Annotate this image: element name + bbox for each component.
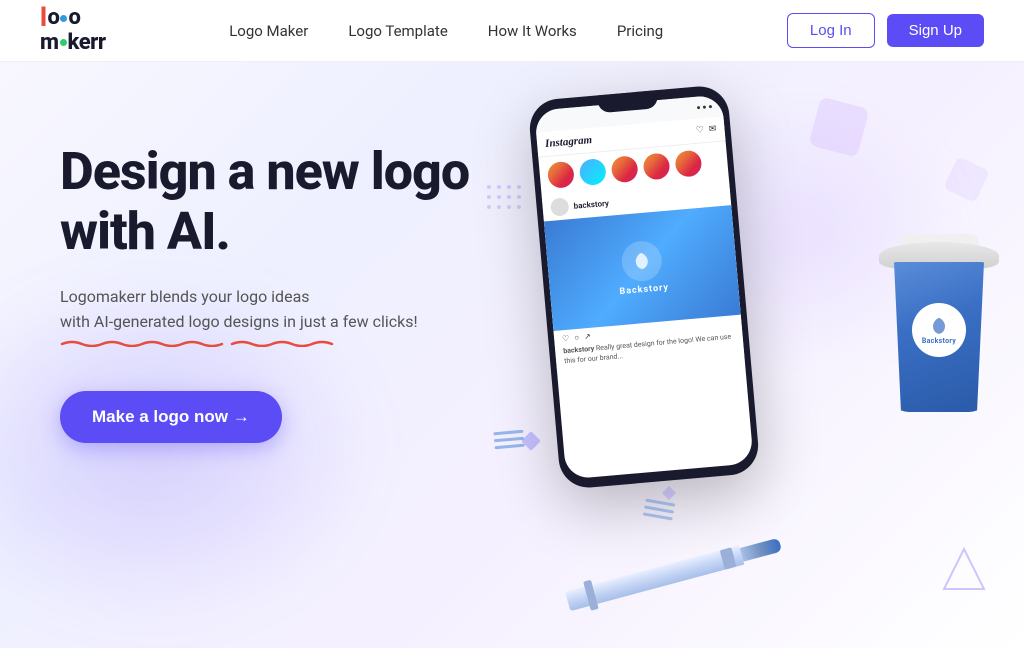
deco-line-2 <box>494 437 524 443</box>
hero-section: Design a new logo with AI. Logomakerr bl… <box>0 62 1024 648</box>
deco-line-1 <box>493 430 523 436</box>
main-nav: Logo Maker Logo Template How It Works Pr… <box>229 22 663 40</box>
deco-line-3 <box>495 444 525 450</box>
wavy-decoration-2 <box>230 339 340 347</box>
post-comment-icon: ○ <box>574 333 580 342</box>
logo-dot-blue <box>60 15 67 22</box>
logo-bottom-text: m <box>40 31 59 55</box>
instagram-post: backstory Backstory ♡ ○ ↗ <box>542 179 745 371</box>
login-button[interactable]: Log In <box>787 13 875 48</box>
instagram-logo: Instagram <box>545 134 593 150</box>
ig-message-icon: ✉ <box>709 124 717 135</box>
post-like-icon: ♡ <box>562 334 570 344</box>
deco-lines-1 <box>493 430 524 450</box>
nav-pricing[interactable]: Pricing <box>617 22 663 40</box>
logo-top-text2: o <box>68 6 80 30</box>
logo: loo mkerr <box>40 6 106 54</box>
cta-button[interactable]: Make a logo now → <box>60 391 282 443</box>
logo-bottom-text2: kerr <box>68 31 106 55</box>
signup-button[interactable]: Sign Up <box>887 14 984 47</box>
cup-mockup: Backstory <box>874 242 1004 412</box>
hero-visual-right: ● ● ● Instagram ♡ ✉ <box>464 62 1024 648</box>
small-diamond-1 <box>521 431 541 451</box>
hero-subtitle: Logomakerr blends your logo ideaswith AI… <box>60 284 420 335</box>
instagram-icons: ♡ ✉ <box>696 124 717 136</box>
post-logo-circle <box>620 239 663 282</box>
post-brand-name: Backstory <box>619 283 669 297</box>
nav-logo-template[interactable]: Logo Template <box>348 22 447 40</box>
header-actions: Log In Sign Up <box>787 13 984 48</box>
story-avatar-5 <box>674 150 702 178</box>
post-username: backstory <box>573 198 609 210</box>
wavy-decoration-1 <box>60 339 225 347</box>
cup-brand-name: Backstory <box>922 337 956 345</box>
triangle-decoration <box>939 544 989 598</box>
hero-title-line2: with AI. <box>60 201 230 262</box>
post-logo-icon <box>631 250 653 272</box>
post-image: Backstory <box>544 205 741 331</box>
nav-logo-maker[interactable]: Logo Maker <box>229 22 308 40</box>
hero-title-line1: Design a new logo <box>60 141 469 202</box>
story-avatar-4 <box>642 152 670 180</box>
deco-diamond-1 <box>808 96 869 157</box>
deco-line-6 <box>643 512 673 520</box>
story-avatar-1 <box>547 161 575 189</box>
cup-logo-circle: Backstory <box>912 303 966 357</box>
post-share-icon: ↗ <box>584 332 591 342</box>
logo-dot-green <box>60 39 67 46</box>
ig-heart-icon: ♡ <box>696 125 705 136</box>
cup-logo-icon <box>928 315 950 337</box>
phone-mockup: ● ● ● Instagram ♡ ✉ <box>527 84 760 490</box>
header: loo mkerr Logo Maker Logo Template How I… <box>0 0 1024 62</box>
pen-mockup <box>564 530 784 616</box>
logo-top-text: o <box>48 6 60 30</box>
deco-diamond-2 <box>943 156 990 203</box>
phone-screen: ● ● ● Instagram ♡ ✉ <box>534 95 754 480</box>
small-diamond-2 <box>662 486 676 500</box>
story-avatar-2 <box>579 158 607 186</box>
phone-status-text: ● ● ● <box>696 102 713 111</box>
pen-tip <box>740 538 782 562</box>
post-avatar <box>550 197 570 217</box>
story-avatar-3 <box>611 155 639 183</box>
nav-how-it-works[interactable]: How It Works <box>488 22 577 40</box>
deco-lines-2 <box>643 499 675 521</box>
logo-icon-red: l <box>40 7 47 30</box>
